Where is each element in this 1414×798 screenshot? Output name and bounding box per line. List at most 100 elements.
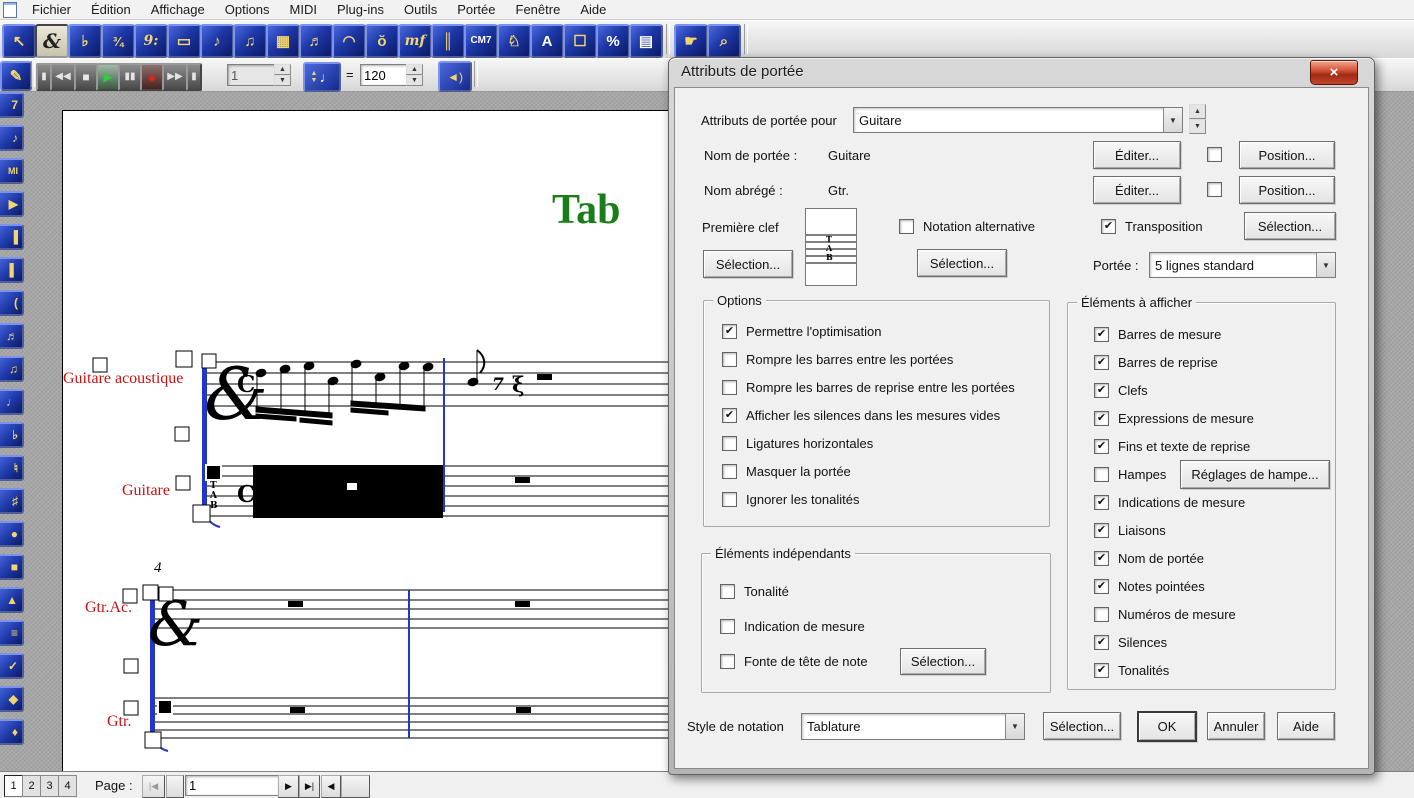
palette-button-17[interactable]: ≡ [0,620,24,646]
time-signature-checkbox[interactable] [720,619,735,634]
page-next-button[interactable]: ▶ [278,775,299,798]
counter-down-button[interactable]: ▼ [274,75,291,86]
menu-midi[interactable]: MIDI [281,1,326,18]
playback-record-button[interactable]: ● [140,63,164,91]
playback-stop-button[interactable]: ■ [74,63,98,91]
smartshape-tool-button[interactable]: ◠ [332,24,366,58]
palette-button-20[interactable]: ♦ [0,719,24,745]
score-canvas[interactable]: & & C C T A B [60,335,668,765]
menu-affichage[interactable]: Affichage [142,1,214,18]
palette-button-6[interactable]: ▌ [0,257,24,283]
chevron-down-icon[interactable]: ▼ [1005,714,1024,739]
abbr-name-checkbox[interactable] [1207,182,1222,197]
expression-tool-button[interactable]: mf [398,24,432,58]
dotted-notes-checkbox[interactable]: ✔ [1094,579,1109,594]
alt-notation-checkbox[interactable] [899,219,914,234]
ignore-keys-checkbox[interactable] [722,492,737,507]
palette-button-12[interactable]: ♮ [0,455,24,481]
repeat-bars-checkbox[interactable]: ✔ [1094,355,1109,370]
stems-checkbox[interactable] [1094,467,1109,482]
edit-abbr-name-button[interactable]: Éditer... [1093,176,1181,204]
playback-rewind-button[interactable]: ◀◀ [50,63,76,91]
transposition-selection-button[interactable]: Sélection... [1244,212,1336,240]
palette-button-2[interactable]: ♪ [0,125,24,151]
staff-select-combo[interactable]: Guitare ▼ [853,107,1183,133]
palette-button-13[interactable]: ♯ [0,488,24,514]
palette-button-18[interactable]: ✓ [0,653,24,679]
measure-numbers-checkbox[interactable] [1094,607,1109,622]
break-repeat-barlines-checkbox[interactable] [722,380,737,395]
staff-up-button[interactable]: ▲ [1189,104,1206,119]
page-prev-button[interactable] [166,775,184,798]
tempo-input[interactable] [360,64,408,86]
beamed-notes[interactable] [255,359,434,425]
resize-tool-button[interactable]: % [596,24,630,58]
selection-handles[interactable] [93,351,221,748]
menu-fichier[interactable]: Fichier [23,1,80,18]
staff-type-combo[interactable]: 5 lignes standard ▼ [1149,252,1336,278]
counter-up-button[interactable]: ▲ [274,64,291,75]
hand-grabber-button[interactable]: ☛ [674,24,708,58]
simple-entry-tool-button[interactable]: ♪ [200,24,234,58]
hscroll-left-button[interactable]: ◀ [321,775,341,798]
view-preset-3-button[interactable]: 3 [40,775,59,797]
transposition-checkbox[interactable]: ✔ [1101,219,1116,234]
palette-button-5[interactable]: ▐ [0,224,24,250]
zoom-tool-button[interactable]: ⌕ [707,24,741,58]
clef-tool-button[interactable]: 9: [134,24,168,58]
page-layout-tool-button[interactable]: ▤ [629,24,663,58]
page-first-button[interactable]: |◀ [142,775,165,798]
menu-outils[interactable]: Outils [395,1,446,18]
tempo-button[interactable]: ▲▼ ♩ [303,62,341,92]
view-tool-button[interactable]: ✎ [0,61,32,91]
ties-checkbox[interactable]: ✔ [1094,523,1109,538]
hide-staff-checkbox[interactable] [722,464,737,479]
menu-options[interactable]: Options [216,1,279,18]
key-signature-tool-button[interactable]: ♭ [68,24,102,58]
measure-expressions-checkbox[interactable]: ✔ [1094,411,1109,426]
palette-button-15[interactable]: ■ [0,554,24,580]
selected-measure-block[interactable] [253,465,443,518]
selection-tool-button[interactable]: ↖ [2,24,36,58]
palette-button-14[interactable]: ● [0,521,24,547]
text-tool-button[interactable]: A [530,24,564,58]
menu-fenetre[interactable]: Fenêtre [507,1,570,18]
menu-portee[interactable]: Portée [448,1,504,18]
rests-checkbox[interactable]: ✔ [1094,635,1109,650]
show-rests-empty-measures-checkbox[interactable]: ✔ [722,408,737,423]
playback-play-button[interactable]: ▶ [96,63,120,91]
key-signatures-checkbox[interactable]: ✔ [1094,663,1109,678]
tuplet-tool-button[interactable]: ♬ [299,24,333,58]
endings-repeat-text-checkbox[interactable]: ✔ [1094,439,1109,454]
palette-button-19[interactable]: ◆ [0,686,24,712]
close-button[interactable]: × [1310,60,1358,85]
speedy-entry-tool-button[interactable]: ♫ [233,24,267,58]
stem-settings-button[interactable]: Réglages de hampe... [1180,460,1330,489]
measure-tool-button[interactable]: ▭ [167,24,201,58]
playback-pause-button[interactable]: ▮▮ [118,63,142,91]
graphics-tool-button[interactable]: ☐ [563,24,597,58]
notation-style-combo[interactable]: Tablature ▼ [801,713,1025,740]
palette-button-10[interactable]: ♩ [0,389,24,415]
notehead-font-selection-button[interactable]: Sélection... [900,648,986,675]
time-signatures-checkbox[interactable]: ✔ [1094,495,1109,510]
tempo-up-button[interactable]: ▲ [406,64,423,75]
special-tools-button[interactable]: ♘ [497,24,531,58]
chevron-down-icon[interactable]: ▼ [1163,108,1182,132]
position-full-name-button[interactable]: Position... [1239,141,1335,169]
view-preset-4-button[interactable]: 4 [58,775,77,797]
page-last-button[interactable]: ▶| [299,775,320,798]
ok-button[interactable]: OK [1137,711,1197,742]
articulation-tool-button[interactable]: ŏ [365,24,399,58]
staff-down-button[interactable]: ▼ [1189,119,1206,134]
chord-tool-button[interactable]: CM7 [464,24,498,58]
palette-button-9[interactable]: ♫ [0,356,24,382]
notation-style-selection-button[interactable]: Sélection... [1043,712,1121,740]
speaker-button[interactable]: ◄) [438,61,472,92]
first-clef-selection-button[interactable]: Sélection... [703,250,793,278]
break-barlines-checkbox[interactable] [722,352,737,367]
playback-forward-button[interactable]: ▶▶ [162,63,188,91]
view-preset-2-button[interactable]: 2 [22,775,41,797]
menu-aide[interactable]: Aide [571,1,615,18]
palette-button-3[interactable]: MI [0,158,24,184]
